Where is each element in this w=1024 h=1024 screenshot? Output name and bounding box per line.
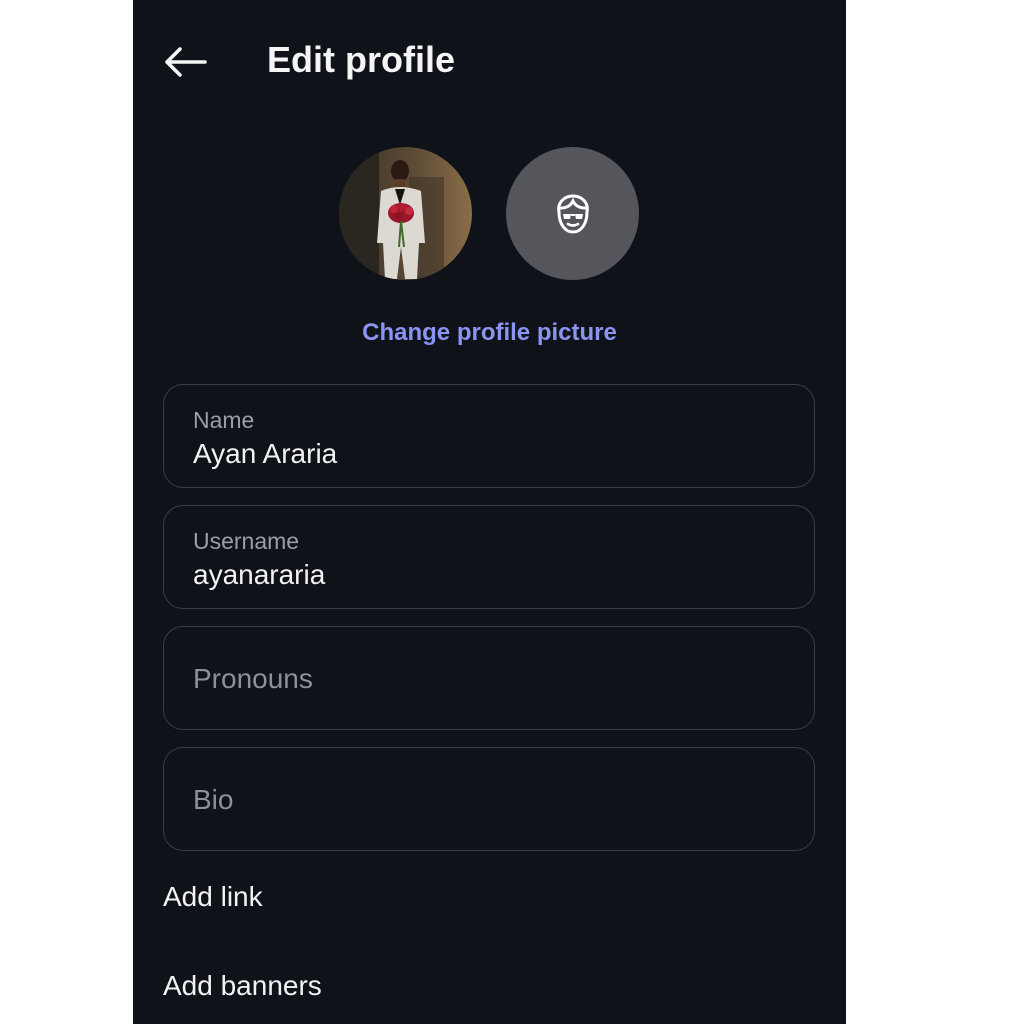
avatar-face-icon: [556, 193, 589, 234]
profile-photo[interactable]: [339, 147, 472, 280]
name-field-label: Name: [193, 407, 255, 433]
avatar-option[interactable]: [506, 147, 639, 280]
change-profile-picture-link[interactable]: Change profile picture: [133, 318, 846, 348]
page-title: Edit profile: [267, 39, 455, 80]
profile-photo-image: [339, 147, 472, 280]
username-field[interactable]: Username ayanararia: [163, 505, 815, 609]
add-link-button[interactable]: Add link: [163, 880, 263, 914]
username-field-value: ayanararia: [193, 559, 326, 590]
pronouns-field[interactable]: Pronouns: [163, 626, 815, 730]
edit-profile-screen: Edit profile Change profile picture Name…: [133, 0, 846, 1024]
name-field-value: Ayan Araria: [193, 438, 338, 469]
back-button[interactable]: [161, 40, 209, 84]
username-field-label: Username: [193, 528, 300, 554]
add-banners-button[interactable]: Add banners: [163, 969, 322, 1003]
pronouns-field-placeholder: Pronouns: [193, 663, 313, 694]
bio-field-placeholder: Bio: [193, 784, 234, 815]
arrow-left-icon: [165, 47, 207, 77]
bio-field[interactable]: Bio: [163, 747, 815, 851]
name-field[interactable]: Name Ayan Araria: [163, 384, 815, 488]
